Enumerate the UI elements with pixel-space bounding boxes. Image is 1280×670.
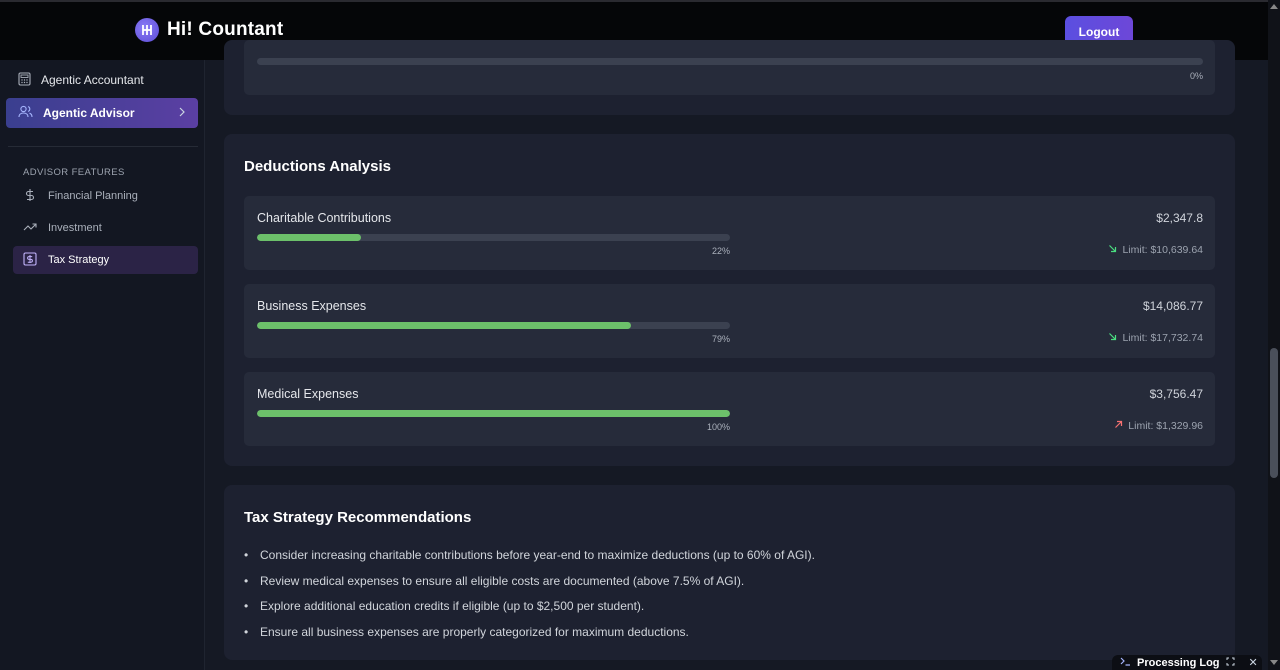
scroll-up-arrow-icon[interactable]: [1270, 4, 1278, 9]
list-item: • Review medical expenses to ensure all e…: [244, 573, 745, 588]
list-item: • Ensure all business expenses are proper…: [244, 625, 689, 640]
limit-label: Limit: $17,732.74: [1122, 332, 1203, 344]
sidebar-item-label: Financial Planning: [48, 190, 138, 202]
users-icon: [18, 105, 33, 121]
chevron-right-icon: [178, 106, 186, 120]
progress-track: [257, 410, 730, 417]
expand-icon[interactable]: [1226, 657, 1235, 669]
card-title: Tax Strategy Recommendations: [244, 509, 472, 526]
deduction-amount: $14,086.77: [1142, 299, 1203, 313]
progress-percent: 79%: [711, 334, 730, 344]
terminal-icon: [1120, 657, 1131, 669]
previous-row: 0%: [244, 40, 1215, 95]
processing-log-label: Processing Log: [1137, 656, 1220, 669]
previous-card: 0%: [224, 40, 1235, 115]
deductions-card: Deductions Analysis Charitable Contribut…: [224, 134, 1235, 466]
arrow-up-right-icon: [1114, 420, 1123, 432]
recommendation-list: • Consider increasing charitable contribu…: [244, 548, 815, 651]
progress-fill: [257, 234, 362, 241]
sidebar-item-label: Agentic Accountant: [41, 73, 144, 87]
dollar-square-icon: [23, 251, 37, 269]
sidebar: Agentic Accountant Agentic Advisor ADVIS…: [0, 60, 205, 670]
deduction-name: Business Expenses: [257, 299, 367, 313]
list-item: • Explore additional education credits if…: [244, 599, 645, 614]
sidebar-item-financial-planning[interactable]: Financial Planning: [13, 182, 198, 210]
deduction-name: Medical Expenses: [257, 387, 359, 401]
brand[interactable]: Hi! Countant: [135, 18, 283, 42]
deduction-limit: Limit: $1,329.96: [1114, 420, 1203, 432]
deduction-row: Charitable Contributions $2,347.8 22% Li…: [244, 196, 1215, 270]
progress-track: [257, 234, 730, 241]
progress-percent: 0%: [1189, 71, 1203, 81]
scroll-down-arrow-icon[interactable]: [1270, 660, 1278, 665]
arrow-down-right-icon: [1108, 332, 1117, 344]
logo-icon: [135, 18, 159, 42]
progress-percent: 22%: [711, 246, 730, 256]
trending-up-icon: [23, 220, 37, 237]
deduction-amount: $3,756.47: [1149, 387, 1203, 401]
sidebar-divider: [8, 146, 198, 147]
deduction-row: Business Expenses $14,086.77 79% Limit: …: [244, 284, 1215, 358]
list-item: • Consider increasing charitable contribu…: [244, 548, 815, 562]
calculator-icon: [18, 71, 31, 89]
scroll-thumb[interactable]: [1270, 348, 1278, 478]
progress-percent: 100%: [706, 422, 730, 432]
deduction-amount: $2,347.8: [1156, 211, 1203, 225]
deduction-limit: Limit: $17,732.74: [1108, 332, 1203, 344]
sidebar-item-agentic-advisor[interactable]: Agentic Advisor: [6, 98, 198, 128]
progress-track: [257, 322, 730, 329]
sidebar-item-label: Investment: [48, 222, 102, 234]
limit-label: Limit: $1,329.96: [1128, 420, 1203, 432]
limit-label: Limit: $10,639.64: [1122, 244, 1203, 256]
close-icon[interactable]: ✕: [1249, 656, 1258, 669]
arrow-down-right-icon: [1108, 244, 1117, 256]
progress-track: [257, 58, 1203, 65]
sidebar-item-investment[interactable]: Investment: [13, 214, 198, 242]
recommendations-card: Tax Strategy Recommendations • Consider i…: [224, 485, 1235, 660]
deduction-row: Medical Expenses $3,756.47 100% Limit: $…: [244, 372, 1215, 446]
sidebar-item-label: Tax Strategy: [48, 254, 110, 266]
sidebar-item-tax-strategy[interactable]: Tax Strategy: [13, 246, 198, 274]
app-title: Hi! Countant: [167, 19, 284, 40]
progress-fill: [257, 322, 631, 329]
dollar-icon: [23, 188, 37, 205]
card-title: Deductions Analysis: [244, 158, 391, 175]
sidebar-section-title: ADVISOR FEATURES: [23, 167, 125, 178]
progress-fill: [257, 410, 730, 417]
page-scrollbar[interactable]: [1268, 0, 1280, 670]
deduction-name: Charitable Contributions: [257, 211, 392, 225]
deduction-limit: Limit: $10,639.64: [1108, 244, 1203, 256]
sidebar-item-label: Agentic Advisor: [43, 106, 135, 120]
processing-log-panel[interactable]: Processing Log ✕: [1112, 655, 1262, 670]
sidebar-item-agentic-accountant[interactable]: Agentic Accountant: [6, 65, 198, 95]
